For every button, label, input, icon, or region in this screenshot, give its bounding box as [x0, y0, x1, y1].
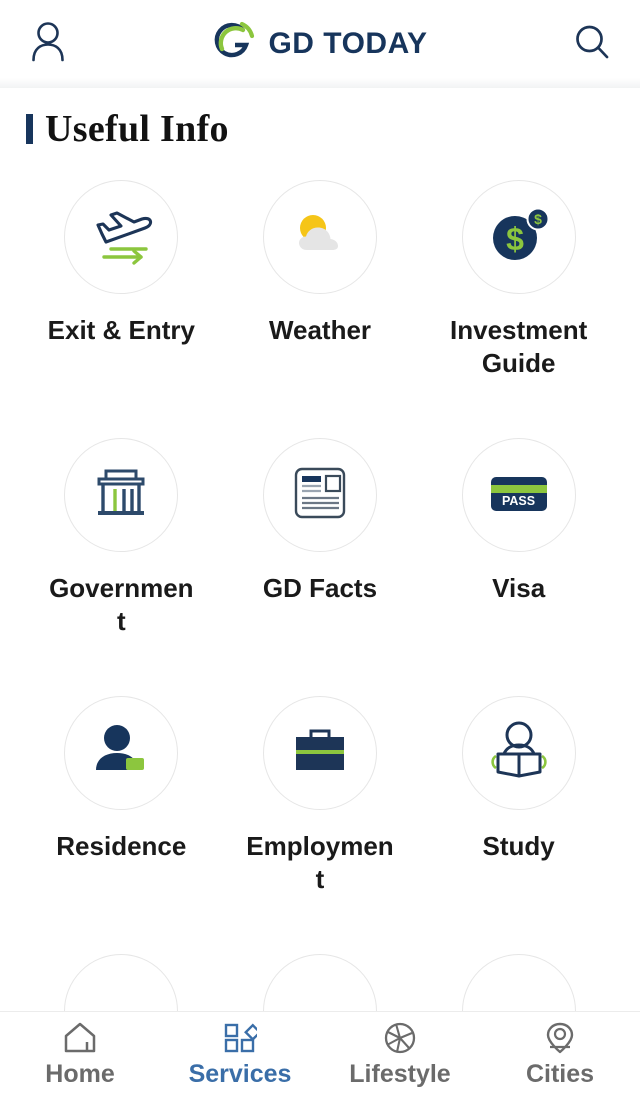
pass-card-icon: PASS — [482, 456, 556, 535]
grid-item-residence[interactable]: Residence — [22, 676, 221, 934]
grid-item-exit-entry[interactable]: Exit & Entry — [22, 160, 221, 418]
icon-circle — [64, 180, 179, 294]
nav-item-label: Home — [45, 1059, 115, 1088]
grid-item-label: Study — [482, 831, 555, 861]
grid-item-label: Government — [49, 573, 194, 637]
svg-text:PASS: PASS — [502, 494, 535, 508]
user-icon — [28, 21, 68, 68]
grid-item-partial-three[interactable] — [419, 934, 618, 1011]
app-logo-text: GD TODAY — [268, 27, 428, 60]
icon-circle — [64, 954, 179, 1012]
search-icon — [572, 22, 612, 67]
services-grid: Exit & Entry Weather $ $ Investment Guid… — [0, 160, 640, 1011]
grid-item-partial-two[interactable] — [221, 934, 420, 1011]
grid-item-visa[interactable]: PASS Visa — [419, 418, 618, 676]
gd-logo-icon — [212, 19, 258, 70]
grid-item-label: Exit & Entry — [47, 315, 196, 345]
grid-item-label: Employment — [246, 831, 394, 895]
grid-item-label: GD Facts — [262, 573, 378, 603]
grid-item-investment-guide[interactable]: $ $ Investment Guide — [419, 160, 618, 418]
home-icon — [62, 1021, 98, 1055]
grid-item-gd-facts[interactable]: GD Facts — [221, 418, 420, 676]
partial-icon-one — [84, 972, 158, 1012]
sun-cloud-icon — [283, 198, 357, 277]
bottom-navigation: Home Services Lifestyle Cities — [0, 1011, 640, 1097]
icon-circle — [64, 438, 179, 552]
nav-item-label: Services — [188, 1059, 292, 1088]
nav-item-lifestyle[interactable]: Lifestyle — [320, 1012, 480, 1097]
grid-apps-icon — [223, 1021, 257, 1055]
search-button[interactable] — [570, 22, 614, 66]
icon-circle — [461, 696, 576, 810]
grid-item-label: Weather — [268, 315, 372, 345]
icon-circle — [461, 954, 576, 1012]
nav-item-services[interactable]: Services — [160, 1012, 320, 1097]
icon-circle — [262, 954, 377, 1012]
app-screen: GD TODAY Useful Info Exit & Entry Weathe… — [0, 0, 640, 1097]
icon-circle — [262, 696, 377, 810]
partial-icon-two — [283, 972, 357, 1012]
partial-icon-three — [482, 972, 556, 1012]
nav-item-home[interactable]: Home — [0, 1012, 160, 1097]
nav-item-label: Cities — [525, 1059, 595, 1088]
grid-item-label: Residence — [56, 831, 187, 861]
briefcase-icon — [283, 714, 357, 793]
icon-circle — [262, 180, 377, 294]
grid-item-label: Visa — [492, 573, 546, 603]
camera-aperture-icon — [383, 1021, 417, 1055]
nav-item-cities[interactable]: Cities — [480, 1012, 640, 1097]
government-building-icon — [84, 456, 158, 535]
grid-item-weather[interactable]: Weather — [221, 160, 420, 418]
person-id-icon — [84, 714, 158, 793]
icon-circle — [64, 696, 179, 810]
nav-item-label: Lifestyle — [349, 1059, 451, 1088]
icon-circle: PASS — [461, 438, 576, 552]
page-title: Useful Info — [45, 108, 229, 150]
grid-item-label: Investment Guide — [450, 315, 588, 379]
grid-item-government[interactable]: Government — [22, 418, 221, 676]
svg-text:$: $ — [506, 221, 524, 257]
article-document-icon — [283, 456, 357, 535]
grid-item-study[interactable]: Study — [419, 676, 618, 934]
icon-circle — [262, 438, 377, 552]
profile-button[interactable] — [26, 21, 70, 68]
person-reading-book-icon — [482, 714, 556, 793]
airplane-icon — [84, 198, 158, 277]
app-logo[interactable]: GD TODAY — [212, 19, 427, 70]
grid-item-employment[interactable]: Employment — [221, 676, 420, 934]
svg-text:$: $ — [534, 211, 542, 227]
title-accent-bar — [26, 114, 33, 144]
app-header: GD TODAY — [0, 0, 640, 88]
map-pin-icon — [543, 1021, 577, 1055]
section-header: Useful Info — [0, 88, 640, 154]
dollar-coin-icon: $ $ — [482, 198, 556, 277]
grid-item-partial-one[interactable] — [22, 934, 221, 1011]
icon-circle: $ $ — [461, 180, 576, 294]
